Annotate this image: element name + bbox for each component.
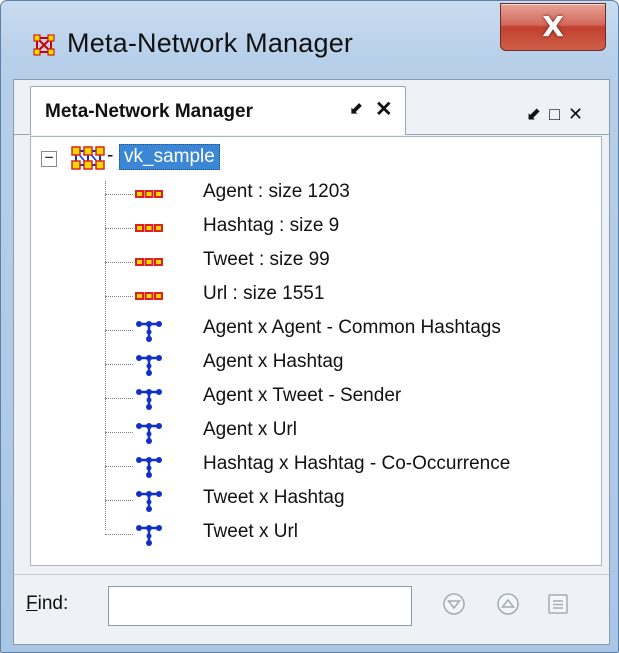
meta-network-tree[interactable]: − - vk_sample Agent: size 1203 Hashtag … bbox=[30, 136, 602, 566]
tab-close-icon[interactable]: ✕ bbox=[375, 97, 393, 122]
tree-branch bbox=[105, 296, 133, 297]
tree-node-network[interactable]: Agent x Url bbox=[105, 418, 585, 446]
nodeset-icon bbox=[135, 190, 163, 198]
find-previous-button[interactable] bbox=[496, 592, 520, 616]
network-icon bbox=[136, 491, 162, 512]
panel-pin-icon[interactable]: ⬋ bbox=[526, 104, 541, 125]
tree-node-network[interactable]: Agent x Hashtag bbox=[105, 350, 585, 378]
root-label[interactable]: vk_sample bbox=[119, 144, 220, 170]
tree-node-network[interactable]: Agent x Tweet - Sender bbox=[105, 384, 585, 412]
tree-branch bbox=[105, 194, 133, 195]
tree-branch bbox=[105, 228, 133, 229]
tree-node-label: Agent x Tweet - Sender bbox=[203, 385, 402, 406]
tree-node-network[interactable]: Tweet x Hashtag bbox=[105, 486, 585, 514]
tree-node-label: Hashtag x Hashtag - Co-Occurrence bbox=[203, 453, 511, 474]
app-icon bbox=[33, 34, 55, 56]
tree-branch bbox=[105, 330, 133, 331]
tree-node-label: Agent x Agent - Common Hashtags bbox=[203, 317, 501, 338]
nodeset-icon bbox=[135, 258, 163, 266]
tree-node-network[interactable]: Tweet x Url bbox=[105, 520, 585, 548]
tree-branch bbox=[105, 398, 133, 399]
network-icon bbox=[136, 525, 162, 546]
tree-node-label: Agent x Url bbox=[203, 419, 297, 440]
find-accelerator: F bbox=[26, 593, 38, 614]
meta-network-icon bbox=[71, 146, 105, 170]
close-icon: X bbox=[542, 10, 564, 43]
minus-icon: − bbox=[44, 148, 54, 166]
tab-bar: Meta-Network Manager ⬋ ✕ ⬋ □ ✕ bbox=[14, 80, 609, 135]
tree-node-label: Tweet : size 99 bbox=[203, 249, 330, 270]
panel-maximize-icon[interactable]: □ bbox=[549, 104, 560, 125]
find-label-text: ind: bbox=[37, 593, 69, 614]
tree-node-tweet-nodeset[interactable]: Tweet : size 99 bbox=[105, 248, 585, 276]
app-window: Meta-Network Manager X Meta-Network Mana… bbox=[0, 0, 619, 653]
tree-branch bbox=[105, 364, 133, 365]
find-input[interactable] bbox=[108, 586, 412, 626]
find-options-button[interactable] bbox=[546, 592, 570, 616]
tree-node-network[interactable]: Agent x Agent - Common Hashtags bbox=[105, 316, 585, 344]
tree-node-label: Hashtag : size 9 bbox=[203, 215, 340, 236]
panel-controls: ⬋ □ ✕ bbox=[526, 104, 591, 125]
tree-branch bbox=[105, 534, 133, 535]
tree-branch bbox=[105, 262, 133, 263]
panel-close-icon[interactable]: ✕ bbox=[568, 104, 583, 125]
tab-label: Meta-Network Manager bbox=[45, 101, 253, 122]
find-label: Find: bbox=[26, 593, 68, 615]
collapse-toggle[interactable]: − bbox=[41, 148, 57, 167]
find-next-button[interactable] bbox=[442, 592, 466, 616]
root-connector: - bbox=[107, 145, 114, 166]
dock-frame: Meta-Network Manager ⬋ ✕ ⬋ □ ✕ − - vk_sa… bbox=[13, 79, 610, 645]
network-icon bbox=[136, 423, 162, 444]
window-title: Meta-Network Manager bbox=[67, 28, 354, 58]
tree-node-hashtag-nodeset[interactable]: Hashtag : size 9 bbox=[105, 214, 585, 242]
tree-node-label: Tweet x Hashtag bbox=[203, 487, 345, 508]
network-icon bbox=[136, 457, 162, 478]
window-close-button[interactable]: X bbox=[500, 3, 606, 51]
tree-node-url-nodeset[interactable]: Url : size 1551 bbox=[105, 282, 585, 310]
tree-branch bbox=[105, 500, 133, 501]
network-icon bbox=[136, 389, 162, 410]
tab-meta-network-manager[interactable]: Meta-Network Manager ⬋ ✕ bbox=[30, 86, 406, 135]
network-icon bbox=[136, 321, 162, 342]
network-icon bbox=[136, 355, 162, 376]
tree-node-network[interactable]: Hashtag x Hashtag - Co-Occurrence bbox=[105, 452, 585, 480]
tree-branch bbox=[105, 432, 133, 433]
nodeset-icon bbox=[135, 224, 163, 232]
nodeset-icon bbox=[135, 292, 163, 300]
tree-branch bbox=[105, 466, 133, 467]
tab-pin-icon[interactable]: ⬋ bbox=[349, 99, 363, 119]
tree-node-agent-nodeset[interactable]: Agent : size 1203 bbox=[105, 180, 585, 208]
find-bar: Find: bbox=[14, 574, 609, 639]
tree-node-label: Tweet x Url bbox=[203, 521, 299, 542]
tree-node-label: Agent : size 1203 bbox=[203, 181, 350, 202]
title-bar[interactable]: Meta-Network Manager X bbox=[1, 1, 618, 79]
tree-node-label: Agent x Hashtag bbox=[203, 351, 344, 372]
tree-node-label: Url : size 1551 bbox=[203, 283, 325, 304]
